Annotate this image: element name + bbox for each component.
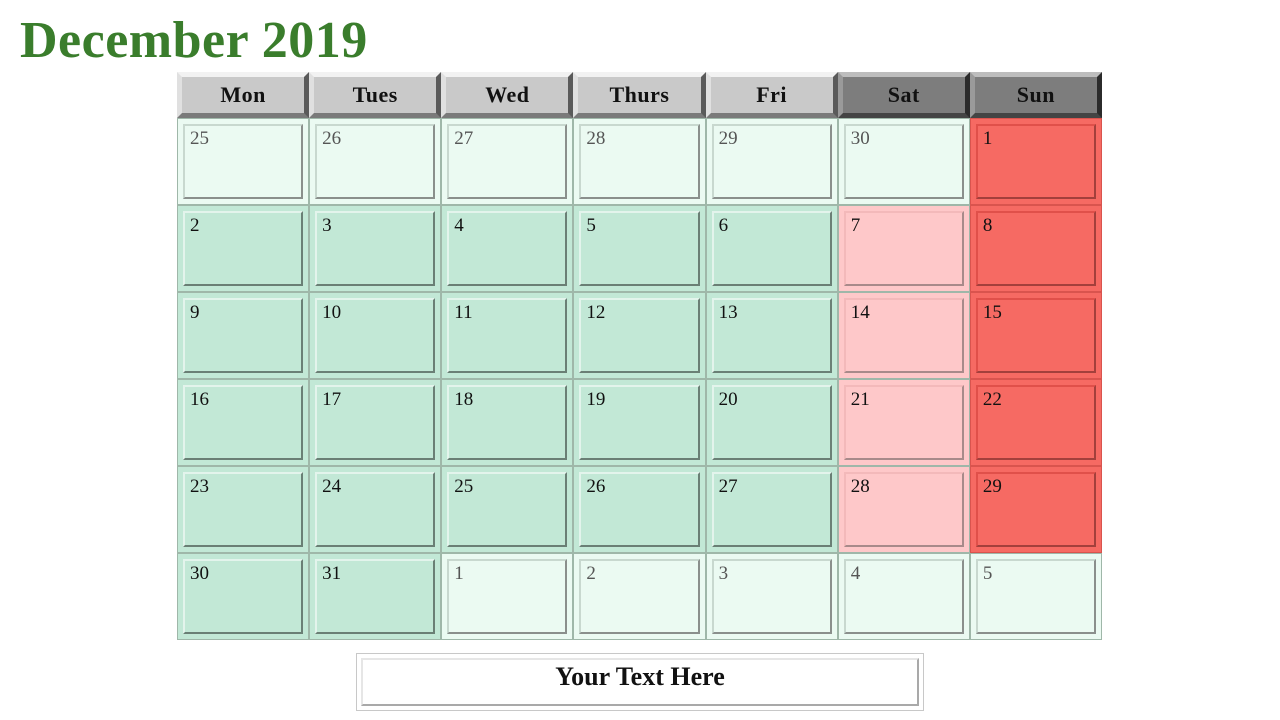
day-number: 1 [975, 124, 1096, 199]
day-cell[interactable]: 12 [573, 292, 706, 379]
day-number: 17 [315, 385, 436, 460]
day-number: 31 [315, 559, 436, 634]
day-cell[interactable]: 27 [705, 466, 838, 553]
header-tues: Tues [309, 72, 442, 118]
header-sat: Sat [837, 72, 970, 118]
day-cell[interactable]: 11 [441, 292, 574, 379]
day-number: 22 [975, 385, 1096, 460]
day-number: 19 [579, 385, 700, 460]
day-number: 6 [711, 211, 832, 286]
day-cell[interactable]: 4 [837, 553, 970, 640]
day-cell[interactable]: 27 [441, 118, 574, 205]
day-cell[interactable]: 6 [705, 205, 838, 292]
day-cell[interactable]: 31 [309, 553, 442, 640]
day-cell[interactable]: 2 [177, 205, 310, 292]
day-cell[interactable]: 16 [177, 379, 310, 466]
day-number: 30 [183, 559, 304, 634]
day-cell[interactable]: 23 [177, 466, 310, 553]
header-wed: Wed [441, 72, 574, 118]
day-number: 12 [579, 298, 700, 373]
day-number: 24 [315, 472, 436, 547]
day-number: 15 [975, 298, 1096, 373]
day-number: 2 [579, 559, 700, 634]
day-cell[interactable]: 26 [573, 466, 706, 553]
day-number: 4 [447, 211, 568, 286]
day-cell[interactable]: 25 [177, 118, 310, 205]
day-number: 23 [183, 472, 304, 547]
day-number: 5 [579, 211, 700, 286]
header-mon: Mon [177, 72, 310, 118]
day-number: 11 [447, 298, 568, 373]
day-number: 18 [447, 385, 568, 460]
day-cell[interactable]: 17 [309, 379, 442, 466]
day-number: 8 [975, 211, 1096, 286]
day-number: 13 [711, 298, 832, 373]
day-number: 10 [315, 298, 436, 373]
day-cell[interactable]: 1 [441, 553, 574, 640]
day-cell[interactable]: 7 [837, 205, 970, 292]
day-cell[interactable]: 5 [573, 205, 706, 292]
day-cell[interactable]: 18 [441, 379, 574, 466]
day-number: 30 [843, 124, 964, 199]
day-number: 25 [447, 472, 568, 547]
header-thurs: Thurs [573, 72, 706, 118]
day-number: 27 [447, 124, 568, 199]
day-cell[interactable]: 24 [309, 466, 442, 553]
day-cell[interactable]: 26 [309, 118, 442, 205]
day-cell[interactable]: 3 [309, 205, 442, 292]
day-cell[interactable]: 28 [573, 118, 706, 205]
day-cell[interactable]: 3 [705, 553, 838, 640]
day-cell[interactable]: 9 [177, 292, 310, 379]
header-sun: Sun [969, 72, 1102, 118]
day-number: 28 [843, 472, 964, 547]
day-cell[interactable]: 22 [969, 379, 1102, 466]
header-fri: Fri [705, 72, 838, 118]
day-cell[interactable]: 14 [837, 292, 970, 379]
calendar-page: December 2019 Mon Tues Wed Thurs Fri Sat… [0, 0, 1280, 720]
day-number: 26 [579, 472, 700, 547]
day-number: 28 [579, 124, 700, 199]
day-number: 9 [183, 298, 304, 373]
day-cell[interactable]: 8 [969, 205, 1102, 292]
day-cell[interactable]: 20 [705, 379, 838, 466]
day-number: 2 [183, 211, 304, 286]
day-number: 25 [183, 124, 304, 199]
day-number: 29 [711, 124, 832, 199]
day-cell[interactable]: 15 [969, 292, 1102, 379]
day-cell[interactable]: 4 [441, 205, 574, 292]
footer-text[interactable]: Your Text Here [361, 658, 919, 706]
day-number: 29 [975, 472, 1096, 547]
day-number: 27 [711, 472, 832, 547]
day-number: 3 [315, 211, 436, 286]
day-cell[interactable]: 2 [573, 553, 706, 640]
day-number: 4 [843, 559, 964, 634]
day-number: 3 [711, 559, 832, 634]
day-number: 7 [843, 211, 964, 286]
day-number: 26 [315, 124, 436, 199]
day-number: 16 [183, 385, 304, 460]
day-cell[interactable]: 30 [837, 118, 970, 205]
month-title: December 2019 [20, 12, 368, 69]
day-cell[interactable]: 29 [705, 118, 838, 205]
day-cell[interactable]: 25 [441, 466, 574, 553]
day-number: 21 [843, 385, 964, 460]
day-cell[interactable]: 29 [969, 466, 1102, 553]
day-cell[interactable]: 13 [705, 292, 838, 379]
day-number: 14 [843, 298, 964, 373]
day-cell[interactable]: 28 [837, 466, 970, 553]
day-cell[interactable]: 30 [177, 553, 310, 640]
day-cell[interactable]: 21 [837, 379, 970, 466]
day-number: 1 [447, 559, 568, 634]
day-cell[interactable]: 10 [309, 292, 442, 379]
footer-textbox[interactable]: Your Text Here [356, 653, 924, 711]
day-cell[interactable]: 5 [969, 553, 1102, 640]
day-number: 20 [711, 385, 832, 460]
day-cell[interactable]: 19 [573, 379, 706, 466]
calendar-grid: Mon Tues Wed Thurs Fri Sat Sun 25 26 27 28 2… [177, 72, 1102, 640]
day-number: 5 [975, 559, 1096, 634]
day-cell[interactable]: 1 [969, 118, 1102, 205]
